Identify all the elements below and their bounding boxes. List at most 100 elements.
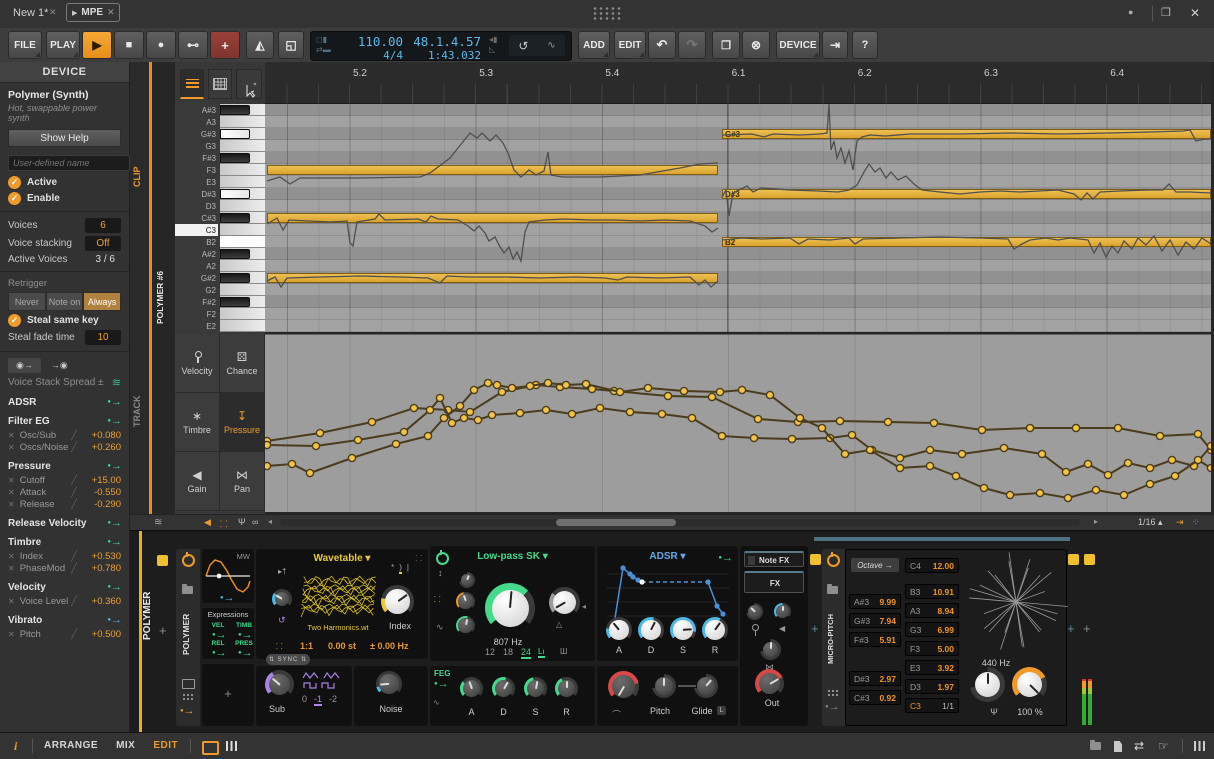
mod-target-index[interactable]: ✕Index╱+0.530 — [8, 551, 121, 562]
micropitch-row-c4[interactable]: C412.00 — [905, 558, 959, 573]
browser-icon[interactable] — [1090, 742, 1101, 750]
layers-icon[interactable]: ≋ — [154, 517, 162, 528]
filter-small-knob2[interactable] — [456, 592, 475, 611]
snap-icon[interactable]: ⇥ — [1176, 517, 1184, 528]
black-key[interactable] — [220, 213, 250, 224]
note-list-tool[interactable] — [180, 69, 204, 99]
black-key[interactable] — [220, 273, 250, 284]
resonance-knob[interactable] — [549, 587, 580, 618]
pointer-tool[interactable]: ▾ — [236, 69, 262, 99]
mod-source-pressure[interactable]: Pressure — [8, 460, 121, 472]
osc-shape-knob[interactable] — [272, 589, 292, 609]
remove-icon[interactable]: ✕ — [8, 443, 15, 452]
steal-same-key-toggle[interactable]: ✓Steal same key — [8, 314, 121, 327]
filter-comb-icon[interactable]: ⸬ — [434, 594, 441, 605]
env-type-select[interactable]: ADSR ▾ — [597, 551, 738, 562]
close-window-button[interactable]: ✕ — [1190, 6, 1200, 20]
add-device-button-2[interactable]: + — [1083, 621, 1091, 636]
arranger-record-icon[interactable]: ◻▮⇄▬ — [316, 35, 331, 55]
remove-icon[interactable]: ✕ — [8, 552, 15, 561]
remove-icon[interactable]: ✕ — [8, 488, 15, 497]
mod-out-icon[interactable] — [825, 701, 839, 713]
filter-small-knob3[interactable] — [456, 616, 475, 635]
keytrack-icon[interactable]: ▸† — [278, 567, 286, 576]
field-value[interactable]: 6 — [85, 218, 121, 233]
grid-resolution-value[interactable]: 1/16 ▴ — [1138, 517, 1163, 528]
scroll-left-icon[interactable]: ◂ — [268, 517, 272, 526]
white-key[interactable] — [220, 116, 265, 128]
device3-on-indicator[interactable] — [1068, 554, 1079, 565]
position-display[interactable]: 48.1.4.57 — [411, 34, 481, 49]
scroll-right-icon[interactable]: ▸ — [1094, 517, 1098, 526]
ref-freq-value[interactable]: 440 Hz — [974, 658, 1018, 668]
audition-icon[interactable]: ◀ — [204, 517, 211, 528]
feg-knob-r[interactable] — [555, 677, 578, 700]
info-icon[interactable]: i — [14, 739, 17, 754]
glide-knob[interactable] — [694, 674, 718, 698]
mod-target-oscs-noise[interactable]: ✕Oscs/Noise╱+0.260 — [8, 442, 121, 453]
play-menu-button[interactable]: PLAY — [46, 31, 80, 59]
restore-window-button[interactable]: ❐ — [1161, 6, 1171, 19]
mod-target-osc-sub[interactable]: ✕Osc/Sub╱+0.080 — [8, 430, 121, 441]
view-arrange[interactable]: ARRANGE — [44, 740, 98, 751]
slope-shape-icon[interactable]: Ш — [560, 647, 567, 656]
mod-source-timbre[interactable]: Timbre — [8, 536, 121, 548]
black-key[interactable] — [220, 105, 250, 116]
out-knob[interactable] — [755, 669, 784, 698]
note-grid[interactable]: G#3D#3B2 — [265, 104, 1211, 332]
micropitch-device-header[interactable]: MICRO-PITCH — [822, 549, 845, 726]
enable-toggle[interactable]: ✓Enable — [8, 192, 121, 205]
loop-icon[interactable]: ↺ — [518, 39, 528, 53]
mod-target-release[interactable]: ✕Release╱-0.290 — [8, 499, 121, 510]
cutoff-knob[interactable] — [485, 583, 535, 633]
device4-on-indicator[interactable] — [1084, 554, 1095, 565]
mapping-hand-icon[interactable]: ☞ — [1158, 739, 1169, 753]
pressure-lane[interactable] — [265, 334, 1211, 512]
remove-icon[interactable]: ✕ — [8, 597, 15, 606]
white-key[interactable] — [220, 236, 265, 248]
steal-fade-value[interactable]: 10 — [85, 330, 121, 345]
polymer-power-icon[interactable] — [182, 554, 195, 567]
black-key[interactable] — [220, 297, 250, 308]
help-button[interactable]: ? — [852, 31, 878, 59]
mod-source-velocity[interactable]: Velocity — [8, 581, 121, 593]
mod-routing-tab-0[interactable]: ◉→ — [8, 358, 41, 373]
white-key[interactable] — [220, 200, 265, 212]
mod-target-phasemod[interactable]: ✕PhaseMod╱+0.780 — [8, 563, 121, 574]
filter-small-knob1[interactable] — [459, 572, 475, 588]
retrigger-option-note-on[interactable]: Note on — [46, 292, 84, 311]
note-fx-slot[interactable]: Note FX — [744, 551, 804, 567]
env-knob-a[interactable] — [606, 617, 632, 643]
modwheel-panel[interactable]: MW — [202, 549, 254, 603]
polymer-device-label[interactable]: POLYMER — [181, 599, 195, 669]
white-key[interactable] — [220, 308, 265, 320]
env-knob-r[interactable] — [702, 617, 728, 643]
piano-keys[interactable]: A#3A3G#3G3F#3F3E3D#3D3C#3C3B2A#2A2G#2G2F… — [175, 104, 265, 332]
white-key[interactable] — [220, 260, 265, 272]
redo-button[interactable]: ↷ — [678, 31, 706, 59]
black-key[interactable] — [220, 153, 250, 164]
polymer-device-header[interactable]: POLYMER — [176, 549, 200, 726]
env-knob-d[interactable] — [638, 617, 664, 643]
mod-target-voice-level[interactable]: ✕Voice Level╱+0.360 — [8, 596, 121, 607]
delete-button[interactable]: ⊗ — [742, 31, 770, 59]
lane-velocity[interactable]: Velocity — [175, 334, 220, 393]
micropitch-row-c3[interactable]: C31/1 — [905, 698, 959, 713]
duplicate-button[interactable]: ❐ — [712, 31, 740, 59]
device-name-input[interactable] — [8, 155, 130, 171]
tab-project-close-icon[interactable]: ✕ — [49, 7, 57, 18]
mapping-grid-icon[interactable] — [827, 689, 838, 697]
osc-ratio-value[interactable]: 1:1 — [300, 641, 313, 651]
io-swap-icon[interactable]: ⇄ — [1134, 739, 1144, 753]
micropitch-row-d3[interactable]: D31.97 — [905, 679, 959, 694]
single-panel-icon[interactable] — [202, 741, 219, 755]
mod-source-filter-eg[interactable]: Filter EG — [8, 415, 121, 427]
field-value[interactable]: Off — [85, 236, 121, 251]
micropitch-row-gs3[interactable]: G#37.94 — [849, 613, 901, 628]
punch-icons[interactable]: ◂▮◺ — [489, 35, 497, 55]
micropitch-row-g3[interactable]: G36.99 — [905, 622, 959, 637]
link-icon[interactable]: ∞ — [252, 517, 258, 527]
micropitch-row-a3[interactable]: A38.94 — [905, 603, 959, 618]
track-name-label[interactable]: POLYMER — [142, 581, 157, 651]
micropitch-row-as3[interactable]: A#39.99 — [849, 594, 901, 609]
